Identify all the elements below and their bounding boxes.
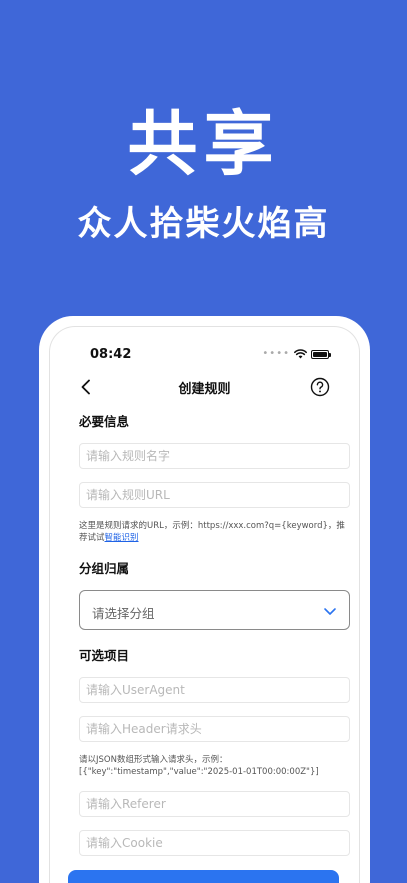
hero-title: 共享 xyxy=(127,103,280,185)
nav-bar: 创建规则 xyxy=(50,373,359,401)
section-title-optional: 可选项目 xyxy=(79,648,130,663)
group-select[interactable]: 请选择分组 xyxy=(79,590,350,630)
useragent-input[interactable] xyxy=(79,677,350,703)
help-button[interactable] xyxy=(310,377,330,397)
rule-form: 必要信息 这里是规则请求的URL，示例：https://xxx.com?q={k… xyxy=(79,411,350,856)
section-title-required: 必要信息 xyxy=(79,414,130,429)
header-hint: 请以JSON数组形式输入请求头，示例：[{"key":"timestamp","… xyxy=(79,755,319,777)
battery-icon xyxy=(311,349,331,359)
cookie-input[interactable] xyxy=(79,830,350,856)
header-input[interactable] xyxy=(79,716,350,742)
group-select-placeholder: 请选择分组 xyxy=(92,606,155,621)
rule-name-input[interactable] xyxy=(79,443,350,469)
chevron-down-icon xyxy=(324,608,336,615)
hero-subtitle: 众人拾柴火焰高 xyxy=(77,204,330,244)
referer-input[interactable] xyxy=(79,791,350,817)
signal-dots-icon: •••• xyxy=(262,348,290,359)
section-title-group: 分组归属 xyxy=(79,561,130,576)
url-hint: 这里是规则请求的URL，示例：https://xxx.com?q={keywor… xyxy=(79,520,350,544)
phone-mockup: 08:42 •••• 创建规则 必要信息 请输入规则名字 请输入规则URL 这里… xyxy=(39,316,370,883)
status-icons: •••• xyxy=(262,348,331,359)
question-circle-icon xyxy=(310,377,330,397)
phone-screen: 08:42 •••• 创建规则 必要信息 请输入规则名字 请输入规则URL 这里… xyxy=(49,326,360,883)
status-bar: 08:42 •••• xyxy=(50,345,359,365)
smart-detect-link[interactable]: 智能识别 xyxy=(105,533,139,543)
submit-button[interactable] xyxy=(68,870,339,883)
wifi-icon xyxy=(294,349,307,359)
status-time: 08:42 xyxy=(90,347,132,362)
rule-url-input[interactable] xyxy=(79,482,350,508)
